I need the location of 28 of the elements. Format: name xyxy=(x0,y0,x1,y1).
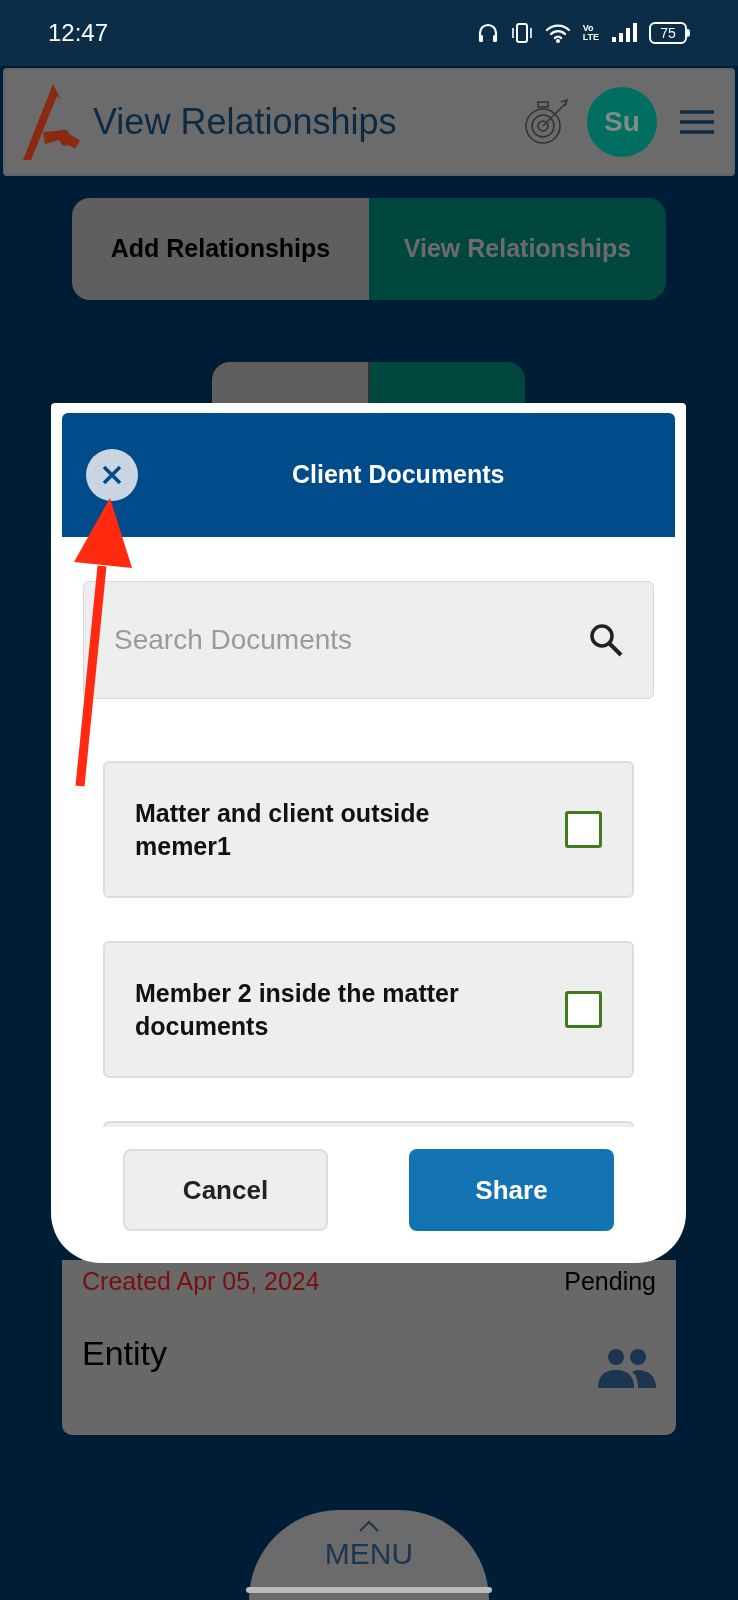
created-date: Created Apr 05, 2024 xyxy=(82,1265,320,1297)
document-item[interactable]: Member 2 inside the matter documents xyxy=(103,941,634,1078)
document-name: Member 2 inside the matter documents xyxy=(135,977,460,1042)
status-label: Pending xyxy=(564,1265,656,1297)
cancel-button[interactable]: Cancel xyxy=(123,1149,328,1231)
document-item[interactable]: Matter and client outside memer1 xyxy=(103,761,634,898)
wifi-icon xyxy=(544,22,571,44)
tab[interactable]: Add Relationships xyxy=(72,198,369,300)
people-icon xyxy=(598,1348,656,1388)
menu-icon[interactable] xyxy=(679,109,715,135)
close-icon xyxy=(101,464,123,486)
checkbox[interactable] xyxy=(565,991,602,1028)
search-icon xyxy=(588,622,624,658)
document-name: Matter and client outside memer1 xyxy=(135,797,431,862)
headphones-icon xyxy=(476,22,499,44)
page-title: View Relationships xyxy=(93,100,398,144)
card-title: Entity xyxy=(82,1332,168,1374)
network-label: Vo LTE xyxy=(582,24,599,42)
battery-indicator: 75 xyxy=(649,22,687,44)
caret-up-icon xyxy=(358,1520,380,1532)
clock-time: 12:47 xyxy=(48,18,109,48)
checkbox[interactable] xyxy=(565,811,602,848)
signal-icon xyxy=(611,22,637,44)
close-button[interactable] xyxy=(86,449,138,501)
search-field[interactable]: Search Documents xyxy=(83,581,654,699)
dialog-title: Client Documents xyxy=(292,459,505,491)
vibrate-icon xyxy=(510,22,533,44)
share-button[interactable]: Share xyxy=(409,1149,614,1231)
